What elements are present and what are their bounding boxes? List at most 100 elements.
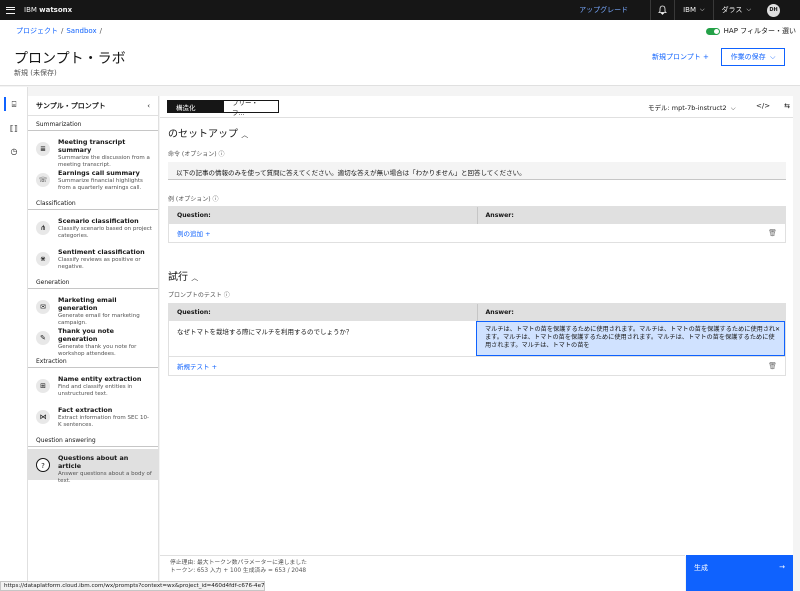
list-item[interactable]: ⋈ Fact extraction Extract information fro…: [28, 401, 158, 432]
page-title: プロンプト・ラボ: [14, 51, 126, 67]
list-item-desc: Find and classify entities in unstructur…: [58, 384, 133, 397]
trash-icon[interactable]: 🗑: [768, 362, 777, 370]
new-prompt-button[interactable]: 新規プロンプト +: [652, 52, 709, 62]
column-answer: Answer:: [476, 207, 786, 224]
close-icon[interactable]: ✕: [775, 326, 780, 334]
list-item-title: Sentiment classification: [58, 248, 145, 256]
list-item[interactable]: ✎ Thank you note generation Generate than…: [28, 322, 158, 357]
list-item[interactable]: ⋇ Sentiment classification Classify revie…: [28, 243, 158, 274]
classify-icon: ⋔: [36, 221, 50, 235]
status-url: https://dataplatform.cloud.ibm.com/wx/pr…: [0, 581, 265, 591]
list-item-title: Questions about an article: [58, 454, 129, 470]
hamburger-menu-button[interactable]: [0, 0, 20, 20]
instruction-label-text: 命令 (オプション): [168, 151, 217, 158]
list-item-selected[interactable]: ? Questions about an article Answer quest…: [28, 449, 158, 484]
hap-toggle[interactable]: [705, 27, 720, 35]
breadcrumb-separator: /: [61, 27, 64, 35]
new-test-button[interactable]: 新規テスト +: [177, 361, 217, 371]
code-icon[interactable]: </>: [756, 102, 770, 110]
sample-prompts-icon[interactable]: ⌸: [9, 100, 19, 110]
table-header: Question: Answer:: [169, 304, 785, 321]
plus-icon: +: [703, 53, 709, 61]
avatar[interactable]: DH: [767, 3, 780, 17]
list-item[interactable]: ✉ Marketing email generation Generate ema…: [28, 291, 158, 326]
list-item-desc: Extract information from SEC 10-K senten…: [58, 415, 150, 428]
examples-table: Question: Answer: 例の追加 + 🗑: [168, 206, 786, 243]
breadcrumb-sandbox[interactable]: Sandbox: [66, 27, 96, 35]
list-item-title: Meeting transcript summary: [58, 138, 126, 154]
variables-icon[interactable]: ⟦⟧: [9, 124, 19, 134]
divider: [160, 117, 793, 118]
list-item[interactable]: ⊞ Name entity extraction Find and classif…: [28, 370, 158, 401]
examples-label: 例 (オプション) ⓘ: [168, 194, 219, 203]
upgrade-link[interactable]: アップグレード: [579, 5, 628, 15]
tab-structured[interactable]: 構造化: [167, 100, 223, 113]
add-example-label: 例の追加: [177, 230, 203, 238]
group-label: Generation: [28, 274, 158, 289]
mode-switcher: 構造化 フリー・フ...: [167, 99, 279, 117]
group-label: Question answering: [28, 432, 158, 447]
model-label: モデル: mpt-7b-instruct2: [648, 104, 727, 112]
region-name: ダラス: [721, 6, 743, 14]
settings-sliders-icon[interactable]: ⇆: [784, 102, 790, 110]
page-header: プロジェクト / Sandbox / HAP フィルター・ 選い プロンプト・ラボ 新規…: [0, 20, 800, 86]
group-label: Classification: [28, 195, 158, 210]
collapse-chevron-icon[interactable]: ‹: [147, 102, 150, 110]
list-item[interactable]: ≣ Meeting transcript summary Summarize th…: [28, 133, 158, 168]
thank-you-icon: ✎: [36, 331, 50, 345]
test-table: Question: Answer: なぜトマトを栽培する際にマルチを利用するので…: [168, 303, 786, 376]
list-item-desc: Classify reviews as positive or negative…: [58, 257, 141, 270]
tab-freeform[interactable]: フリー・フ...: [223, 99, 279, 117]
list-item-title: Thank you note generation: [58, 327, 114, 343]
hap-filter[interactable]: HAP フィルター・ 選い: [705, 26, 796, 36]
chevron-up-icon: ︿: [191, 274, 199, 282]
account-name: IBM: [683, 6, 696, 14]
info-icon[interactable]: ⓘ: [213, 196, 219, 203]
examples-label-text: 例 (オプション): [168, 196, 211, 203]
menu-icon: [5, 6, 15, 14]
setup-section-title[interactable]: のセットアップ ︿: [168, 125, 248, 140]
list-item-title: Fact extraction: [58, 406, 113, 414]
info-icon[interactable]: ⓘ: [224, 292, 230, 299]
rail-active-indicator: [4, 97, 6, 111]
plus-icon: +: [211, 363, 218, 371]
breadcrumb: プロジェクト / Sandbox /: [16, 26, 105, 36]
test-question-input[interactable]: なぜトマトを栽培する際にマルチを利用するのでしょうか？: [169, 321, 476, 356]
table-row: なぜトマトを栽培する際にマルチを利用するのでしょうか？ マルチは、トマトの苗を保…: [169, 321, 785, 357]
fact-icon: ⋈: [36, 410, 50, 424]
save-work-label: 作業の保存: [730, 53, 766, 61]
trash-icon[interactable]: 🗑: [768, 229, 777, 237]
model-selector[interactable]: モデル: mpt-7b-instruct2 ⌵: [648, 102, 736, 113]
generate-button[interactable]: 生成 →: [686, 555, 793, 591]
generate-label: 生成: [694, 564, 708, 572]
list-item-desc: Generate thank you note for workshop att…: [58, 344, 137, 357]
new-test-label: 新規テスト: [177, 363, 210, 371]
try-section-title[interactable]: 試行 ︿: [168, 268, 198, 283]
notification-button[interactable]: [650, 0, 674, 20]
editor-tools: </> ⇆: [756, 102, 790, 110]
list-item[interactable]: ☏ Earnings call summary Summarize financi…: [28, 164, 158, 195]
instruction-input[interactable]: 以下の記事の情報のみを使って質問に答えてください。適切な答えが無い場合は「わかり…: [168, 162, 786, 180]
arrow-right-icon: →: [779, 563, 785, 571]
test-answer-output[interactable]: マルチは、トマトの苗を保護するために使用されます。マルチは、トマトの苗を保護する…: [476, 321, 785, 356]
setup-title-text: のセットアップ: [168, 129, 238, 140]
column-answer: Answer:: [476, 304, 786, 321]
brand-prefix: IBM: [24, 6, 37, 14]
add-example-button[interactable]: 例の追加 +: [177, 228, 211, 238]
info-icon[interactable]: ⓘ: [219, 151, 225, 158]
phone-icon: ☏: [36, 173, 50, 187]
breadcrumb-projects[interactable]: プロジェクト: [16, 27, 58, 35]
new-test-row: 新規テスト + 🗑: [169, 357, 785, 375]
brand[interactable]: IBM watsonx: [24, 6, 72, 14]
bell-icon: [658, 5, 668, 15]
try-title-text: 試行: [168, 272, 188, 283]
history-icon[interactable]: ◷: [9, 147, 19, 157]
save-work-button[interactable]: 作業の保存 ⌵: [721, 48, 785, 66]
stop-reason: 停止理由: 最大トークン数パラメーターに達しました: [170, 560, 307, 566]
list-item-title: Marketing email generation: [58, 296, 117, 312]
list-item[interactable]: ⋔ Scenario classification Classify scenar…: [28, 212, 158, 243]
region-switcher[interactable]: ダラス ⌵: [712, 0, 759, 20]
column-question: Question:: [177, 212, 211, 219]
column-question: Question:: [177, 309, 211, 316]
account-switcher[interactable]: IBM ⌵: [674, 0, 712, 20]
